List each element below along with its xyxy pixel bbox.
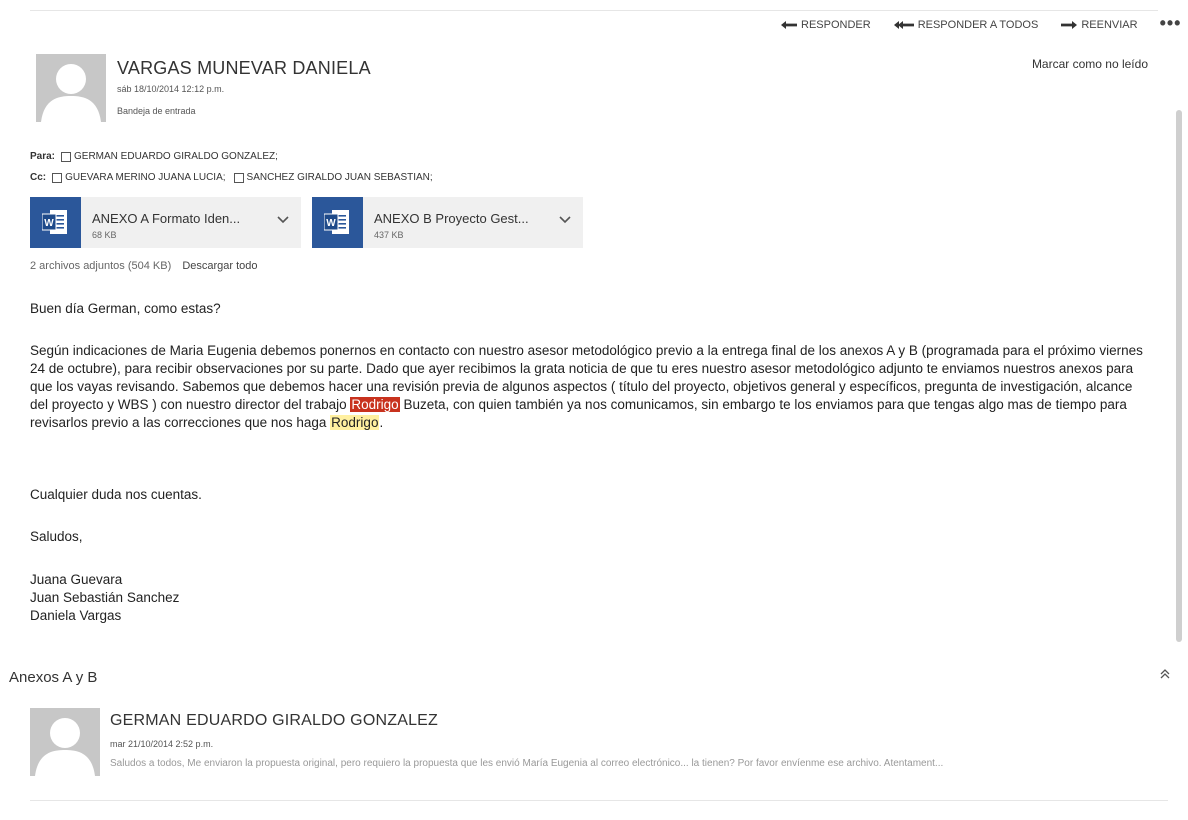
word-doc-icon: W	[312, 197, 363, 248]
word-doc-icon: W	[30, 197, 81, 248]
reply-all-arrow-icon	[893, 21, 914, 29]
avatar	[36, 54, 106, 122]
sender-name[interactable]: VARGAS MUNEVAR DANIELA	[117, 58, 371, 79]
to-label: Para:	[30, 151, 56, 162]
download-all-link[interactable]: Descargar todo	[182, 260, 257, 272]
body-paragraph: Según indicaciones de Maria Eugenia debe…	[30, 342, 1150, 432]
reply-all-button[interactable]: RESPONDER A TODOS	[893, 19, 1039, 31]
chevron-down-icon[interactable]	[559, 216, 571, 224]
person-placeholder-icon	[41, 64, 101, 122]
scrollbar-thumb[interactable]	[1176, 110, 1182, 642]
recipient-name: SANCHEZ GIRALDO JUAN SEBASTIAN;	[246, 172, 433, 183]
thread-subject: Anexos A y B	[9, 669, 98, 686]
reply-all-label: RESPONDER A TODOS	[917, 19, 1039, 31]
cc-label: Cc:	[30, 172, 47, 183]
mark-unread-link[interactable]: Marcar como no leído	[1032, 57, 1148, 71]
recipient-name: GERMAN EDUARDO GIRALDO GONZALEZ;	[74, 151, 278, 162]
reply-preview[interactable]: Saludos a todos, Me enviaron la propuest…	[110, 758, 1170, 769]
forward-arrow-icon	[1061, 21, 1078, 29]
message-folder: Bandeja de entrada	[117, 106, 196, 116]
attachments-count: 2 archivos adjuntos (504 KB)	[30, 260, 172, 272]
bottom-divider	[30, 800, 1168, 801]
recipient-to[interactable]: GERMAN EDUARDO GIRALDO GONZALEZ;	[61, 151, 278, 162]
cc-line: Cc: GUEVARA MERINO JUANA LUCIA; SANCHEZ …	[30, 172, 441, 183]
attachment-size: 68 KB	[92, 230, 117, 240]
collapse-up-icon[interactable]	[1160, 668, 1170, 680]
reply-sender-name[interactable]: GERMAN EDUARDO GIRALDO GONZALEZ	[110, 712, 438, 730]
reply-label: RESPONDER	[801, 19, 871, 31]
forward-label: REENVIAR	[1081, 19, 1138, 31]
message-date: sáb 18/10/2014 12:12 p.m.	[117, 84, 225, 94]
recipient-cc[interactable]: GUEVARA MERINO JUANA LUCIA;	[52, 172, 226, 183]
recipient-checkbox-icon	[52, 172, 63, 183]
recipient-name: GUEVARA MERINO JUANA LUCIA;	[65, 172, 226, 183]
more-actions-icon[interactable]: •••	[1160, 14, 1182, 32]
signature-line: Juan Sebastián Sanchez	[30, 590, 180, 605]
body-salutation: Saludos,	[30, 529, 83, 544]
search-highlight-current: Rodrigo	[350, 397, 400, 412]
recipient-checkbox-icon	[61, 151, 72, 162]
forward-button[interactable]: REENVIAR	[1060, 19, 1138, 31]
body-greeting: Buen día German, como estas?	[30, 301, 221, 316]
svg-text:W: W	[44, 218, 54, 229]
reply-date: mar 21/10/2014 2:52 p.m.	[110, 739, 214, 749]
body-closing: Cualquier duda nos cuentas.	[30, 487, 202, 502]
attachment-name: ANEXO B Proyecto Gest...	[374, 211, 529, 226]
signature-line: Daniela Vargas	[30, 608, 122, 623]
attachment-size: 437 KB	[374, 230, 404, 240]
message-actions: RESPONDER RESPONDER A TODOS REENVIAR •••	[780, 14, 1182, 32]
signature-line: Juana Guevara	[30, 572, 123, 587]
to-line: Para: GERMAN EDUARDO GIRALDO GONZALEZ;	[30, 151, 286, 162]
avatar	[30, 708, 100, 776]
body-text-segment: .	[379, 415, 384, 430]
top-divider	[30, 10, 1158, 11]
recipient-checkbox-icon	[233, 172, 244, 183]
attachment-card[interactable]: W ANEXO A Formato Iden... 68 KB	[30, 197, 301, 248]
attachments-summary: 2 archivos adjuntos (504 KB) Descargar t…	[30, 260, 258, 272]
chevron-down-icon[interactable]	[277, 216, 289, 224]
person-placeholder-icon	[35, 718, 95, 776]
svg-text:W: W	[326, 218, 336, 229]
attachment-card[interactable]: W ANEXO B Proyecto Gest... 437 KB	[312, 197, 583, 248]
recipient-cc[interactable]: SANCHEZ GIRALDO JUAN SEBASTIAN;	[233, 172, 433, 183]
reply-arrow-icon	[781, 21, 797, 29]
attachment-name: ANEXO A Formato Iden...	[92, 211, 241, 226]
search-highlight: Rodrigo	[330, 415, 380, 430]
reply-button[interactable]: RESPONDER	[780, 19, 871, 31]
